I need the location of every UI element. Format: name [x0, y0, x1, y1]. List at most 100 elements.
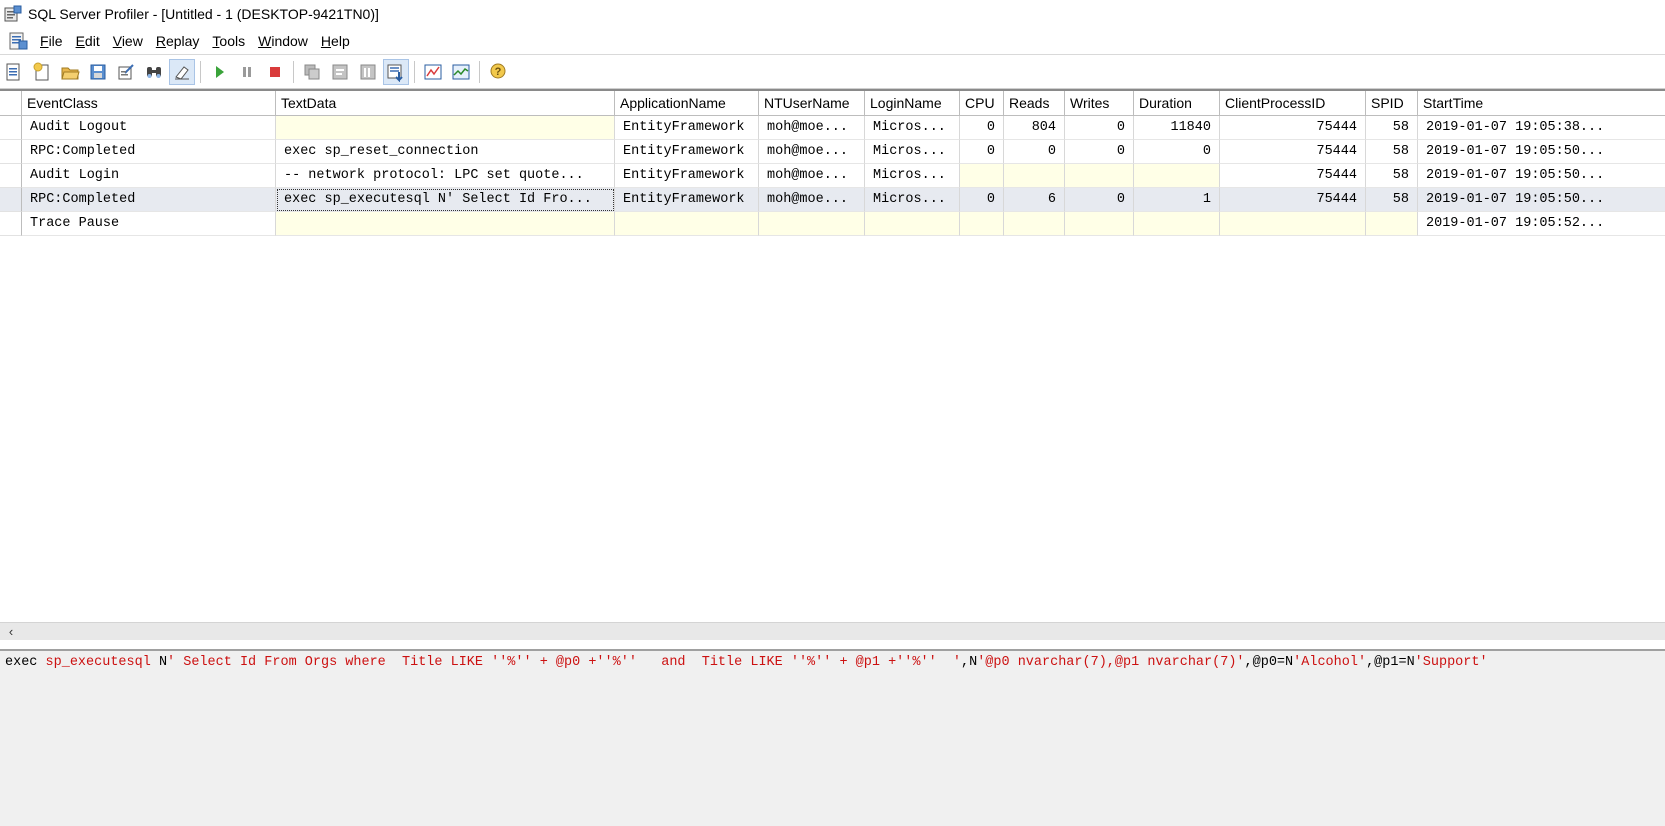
cell-clientprocessid: 75444	[1220, 164, 1366, 188]
open-button[interactable]	[58, 60, 82, 84]
cell-reads: 0	[1004, 140, 1065, 164]
replay-step-button[interactable]	[300, 60, 324, 84]
window-title: SQL Server Profiler - [Untitled - 1 (DES…	[28, 6, 379, 22]
cell-eventclass: Trace Pause	[22, 212, 276, 236]
column-header-reads[interactable]: Reads	[1004, 91, 1065, 115]
pause-trace-button[interactable]	[235, 60, 259, 84]
cell-duration: 0	[1134, 140, 1220, 164]
column-header-cpu[interactable]: CPU	[960, 91, 1004, 115]
cell-cpu	[960, 164, 1004, 188]
cell-duration	[1134, 212, 1220, 236]
column-header-loginname[interactable]: LoginName	[865, 91, 960, 115]
run-trace-button[interactable]	[207, 60, 231, 84]
cell-reads	[1004, 164, 1065, 188]
new-trace-button[interactable]	[2, 60, 26, 84]
menu-replay[interactable]: Replay	[152, 33, 209, 49]
help-button[interactable]: ?	[486, 60, 510, 84]
cell-applicationname	[615, 212, 759, 236]
table-row[interactable]: Audit Logout EntityFramework moh@moe... …	[0, 116, 1665, 140]
cell-writes: 0	[1065, 116, 1134, 140]
sql-token: ,@p0=N	[1244, 655, 1294, 670]
cell-starttime: 2019-01-07 19:05:38...	[1418, 116, 1665, 140]
replay-run-icon	[332, 64, 348, 79]
sql-token: ,@p1=N	[1366, 655, 1415, 670]
row-header-corner	[0, 91, 22, 115]
cell-spid: 58	[1366, 140, 1418, 164]
clear-trace-icon	[175, 65, 189, 80]
column-header-spid[interactable]: SPID	[1366, 91, 1418, 115]
new-trace-icon	[6, 63, 20, 80]
replay-cursor-button[interactable]	[356, 60, 380, 84]
run-icon	[216, 65, 224, 78]
toolbar-separator	[414, 60, 415, 83]
scroll-left-icon[interactable]: ‹	[4, 623, 18, 640]
cell-eventclass: RPC:Completed	[22, 140, 276, 164]
textdata-detail-pane[interactable]: exec sp_executesql N' Select Id From Org…	[0, 649, 1665, 826]
cell-ntusername: moh@moe...	[759, 188, 865, 212]
sql-token: 'Alcohol'	[1293, 655, 1367, 670]
cell-reads: 6	[1004, 188, 1065, 212]
save-button[interactable]	[86, 60, 110, 84]
menu-window[interactable]: Window	[254, 33, 317, 49]
replay-step-icon	[304, 64, 320, 79]
cell-textdata: -- network protocol: LPC set quote...	[276, 164, 615, 188]
sql-token: ' Select Id From Orgs where Title LIKE '…	[167, 655, 961, 670]
sql-token: ,N	[960, 655, 978, 670]
row-header	[0, 116, 22, 140]
cell-writes	[1065, 212, 1134, 236]
clear-trace-button[interactable]	[169, 58, 195, 85]
column-header-eventclass[interactable]: EventClass	[22, 91, 276, 115]
menu-tools[interactable]: Tools	[208, 33, 254, 49]
menu-help[interactable]: Help	[317, 33, 359, 49]
menu-bar: File Edit View Replay Tools Window Help	[0, 29, 1665, 53]
cell-loginname: Micros...	[865, 188, 960, 212]
cell-writes	[1065, 164, 1134, 188]
replay-cursor-icon	[360, 64, 376, 79]
performance-monitor-button[interactable]	[421, 60, 445, 84]
column-header-clientprocessid[interactable]: ClientProcessID	[1220, 91, 1366, 115]
cell-loginname: Micros...	[865, 140, 960, 164]
menu-file-label: ile	[48, 33, 63, 49]
sql-text: exec sp_executesql N' Select Id From Org…	[5, 655, 1488, 670]
column-header-ntusername[interactable]: NTUserName	[759, 91, 865, 115]
auto-scroll-button[interactable]	[383, 58, 409, 85]
toolbar: ?	[0, 54, 1665, 89]
open-icon	[61, 67, 80, 79]
column-header-duration[interactable]: Duration	[1134, 91, 1220, 115]
svg-text:?: ?	[495, 66, 502, 78]
table-row[interactable]: Trace Pause 2019-01-07 19:05:52...	[0, 212, 1665, 236]
cell-eventclass: RPC:Completed	[22, 188, 276, 212]
cell-textdata	[276, 212, 615, 236]
table-row-selected[interactable]: RPC:Completed exec sp_executesql N' Sele…	[0, 188, 1665, 212]
help-icon: ?	[490, 63, 506, 78]
sql-token: sp_executesql	[45, 655, 151, 670]
cell-spid: 58	[1366, 116, 1418, 140]
new-template-icon	[33, 62, 49, 80]
replay-run-button[interactable]	[328, 60, 352, 84]
activity-monitor-button[interactable]	[449, 60, 473, 84]
table-row[interactable]: Audit Login -- network protocol: LPC set…	[0, 164, 1665, 188]
stop-trace-button[interactable]	[263, 60, 287, 84]
cell-writes: 0	[1065, 140, 1134, 164]
sql-token: 'Support'	[1414, 655, 1488, 670]
horizontal-scrollbar[interactable]: ‹	[0, 622, 1665, 640]
properties-button[interactable]	[114, 60, 138, 84]
properties-icon	[118, 63, 134, 79]
column-header-writes[interactable]: Writes	[1065, 91, 1134, 115]
cell-duration: 11840	[1134, 116, 1220, 140]
cell-applicationname: EntityFramework	[615, 164, 759, 188]
column-header-textdata[interactable]: TextData	[276, 91, 615, 115]
column-header-applicationname[interactable]: ApplicationName	[615, 91, 759, 115]
table-row[interactable]: RPC:Completed exec sp_reset_connection E…	[0, 140, 1665, 164]
cell-loginname	[865, 212, 960, 236]
menu-file[interactable]: File	[36, 33, 72, 49]
cell-cpu: 0	[960, 140, 1004, 164]
row-header	[0, 140, 22, 164]
menu-view[interactable]: View	[109, 33, 152, 49]
column-header-starttime[interactable]: StartTime	[1418, 91, 1665, 115]
new-template-button[interactable]	[30, 60, 54, 84]
menu-edit[interactable]: Edit	[72, 33, 109, 49]
save-icon	[90, 64, 106, 79]
trace-document-icon[interactable]	[8, 31, 28, 51]
find-button[interactable]	[142, 60, 166, 84]
